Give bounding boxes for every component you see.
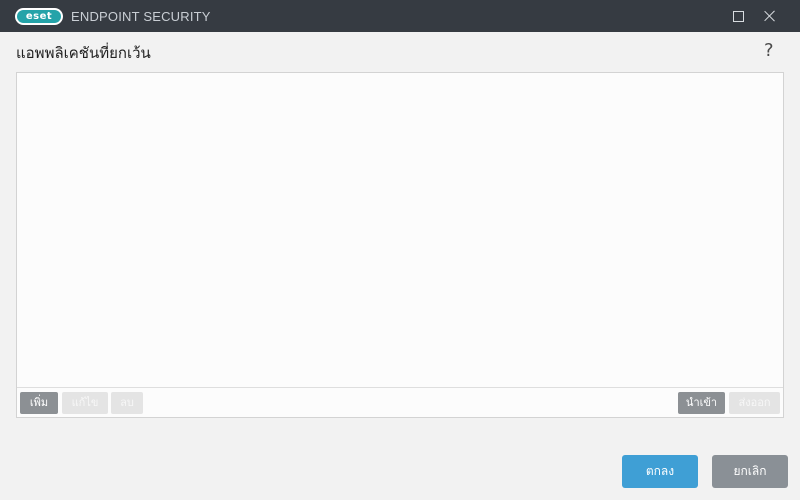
- export-button[interactable]: ส่งออก: [729, 392, 780, 414]
- import-button[interactable]: นำเข้า: [678, 392, 725, 414]
- eset-logo-text: eset: [17, 10, 61, 23]
- ok-button[interactable]: ตกลง: [622, 455, 698, 488]
- delete-button[interactable]: ลบ: [111, 392, 143, 414]
- product-title: ENDPOINT SECURITY: [71, 9, 211, 24]
- add-button[interactable]: เพิ่ม: [20, 392, 58, 414]
- title-bar: eset ENDPOINT SECURITY: [0, 0, 800, 32]
- eset-logo: eset: [15, 8, 63, 25]
- maximize-button[interactable]: [722, 0, 754, 32]
- maximize-icon: [733, 11, 744, 22]
- excluded-apps-panel: เพิ่ม แก้ไข ลบ นำเข้า ส่งออก: [16, 72, 784, 418]
- edit-button[interactable]: แก้ไข: [62, 392, 108, 414]
- help-icon[interactable]: ?: [764, 40, 774, 62]
- excluded-apps-list[interactable]: [17, 73, 783, 387]
- toolbar-divider: [17, 387, 783, 388]
- page-title: แอพพลิเคชันที่ยกเว้น: [16, 44, 151, 62]
- close-button[interactable]: [754, 0, 786, 32]
- cancel-button[interactable]: ยกเลิก: [712, 455, 788, 488]
